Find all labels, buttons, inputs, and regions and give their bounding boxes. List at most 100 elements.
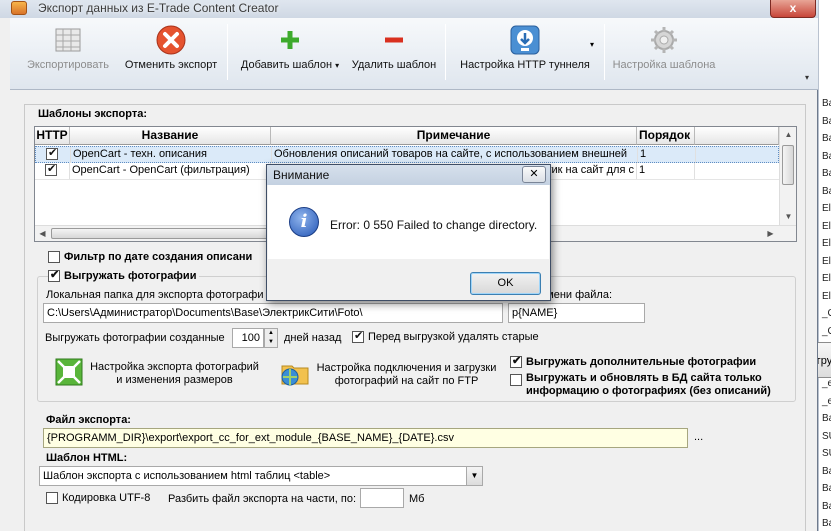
background-list-fragment: _G xyxy=(822,308,831,319)
scroll-thumb[interactable] xyxy=(782,145,794,185)
background-window-edge: BaBaBaBaBaBaElElElElElEl_G_GElEl_e_eBaSU… xyxy=(818,0,831,531)
extra-photos-checkbox[interactable] xyxy=(510,354,522,368)
table-grid-icon xyxy=(52,24,84,56)
add-template-button[interactable]: Добавить шаблон ▾ xyxy=(234,22,346,84)
local-folder-label: Локальная папка для экспорта фотографи xyxy=(46,289,264,301)
export-button[interactable]: Экспортировать xyxy=(16,22,120,84)
delete-template-button[interactable]: Удалить шаблон xyxy=(348,22,440,84)
http-tunnel-dropdown-icon[interactable]: ▾ xyxy=(590,40,594,49)
toolbar-overflow-icon[interactable]: ▾ xyxy=(805,73,809,82)
col-header-order[interactable]: Порядок xyxy=(637,127,695,145)
export-file-input[interactable]: {PROGRAMM_DIR}\export\export_cc_for_ext_… xyxy=(43,428,688,448)
days-input[interactable]: 100 xyxy=(232,328,264,348)
ok-button[interactable]: OK xyxy=(470,272,541,295)
http-tunnel-settings-button[interactable]: Настройка HTTP туннеля xyxy=(450,22,600,84)
background-list-fragment: El xyxy=(822,290,831,302)
scroll-right-icon[interactable]: ▶ xyxy=(763,226,778,241)
background-list-fragment: Ba xyxy=(822,465,831,477)
export-photos-checkbox[interactable] xyxy=(48,268,60,282)
background-list-fragment: Ba xyxy=(822,150,831,162)
date-filter-checkbox-row[interactable]: Фильтр по дате создания описани xyxy=(48,251,252,263)
html-template-select[interactable]: Шаблон экспорта с использованием html та… xyxy=(39,466,483,486)
ftp-folder-globe-icon xyxy=(280,358,310,392)
title-bar: Экспорт данных из E-Trade Content Creato… xyxy=(0,0,818,18)
split-size-input[interactable] xyxy=(360,488,404,508)
delete-old-checkbox[interactable] xyxy=(352,329,364,343)
grid-vertical-scrollbar[interactable]: ▲ ▼ xyxy=(779,127,796,225)
toolbar-separator xyxy=(227,24,228,80)
background-list-fragment: El xyxy=(822,255,831,267)
split-label: Разбить файл экспорта на части, по: xyxy=(168,493,357,505)
background-list-fragment: Ba xyxy=(822,133,831,144)
row-http-checkbox[interactable] xyxy=(45,163,57,177)
utf8-checkbox[interactable] xyxy=(46,492,58,504)
update-db-checkbox[interactable] xyxy=(510,374,522,386)
background-list-fragment: Ba xyxy=(822,98,831,109)
export-photos-checkbox-row[interactable]: Выгружать фотографии xyxy=(48,268,200,282)
delete-old-checkbox-row[interactable]: Перед выгрузкой удалять старые xyxy=(352,329,539,343)
info-icon: i xyxy=(289,207,319,237)
background-list-fragment: Ba xyxy=(822,518,831,529)
resize-settings-button[interactable]: Настройка экспорта фотографий и изменени… xyxy=(55,358,265,390)
scroll-left-icon[interactable]: ◀ xyxy=(35,226,50,241)
table-row[interactable]: OpenCart - техн. описания Обновления опи… xyxy=(35,146,779,163)
dialog-close-button[interactable]: ✕ xyxy=(522,166,546,183)
browse-button[interactable]: ... xyxy=(694,431,703,443)
resize-arrows-icon xyxy=(55,358,83,390)
background-list-fragment: El xyxy=(822,203,831,214)
col-header-name[interactable]: Название xyxy=(70,127,271,145)
row-order: 1 xyxy=(638,147,696,163)
toolbar-separator xyxy=(445,24,446,80)
row-note: Обновления описаний товаров на сайте, с … xyxy=(272,147,638,163)
background-list-fragment: _G xyxy=(822,325,831,337)
col-header-http[interactable]: HTTP xyxy=(35,127,70,145)
days-spinner[interactable]: ▲ ▼ xyxy=(264,328,278,348)
cancel-export-button[interactable]: Отменить экспорт xyxy=(120,22,222,84)
scroll-thumb[interactable] xyxy=(51,228,281,239)
background-list-fragment: _e xyxy=(822,395,831,407)
row-order: 1 xyxy=(637,163,695,179)
scroll-up-icon[interactable]: ▲ xyxy=(781,127,796,142)
row-name: OpenCart - техн. описания xyxy=(71,147,272,163)
template-settings-button[interactable]: Настройка шаблона xyxy=(608,22,720,84)
window-close-button[interactable]: x xyxy=(770,0,816,18)
alert-dialog: Внимание ✕ i Error: 0 550 Failed to chan… xyxy=(266,164,551,301)
update-db-checkbox-row[interactable]: Выгружать и обновлять в БД сайта только … xyxy=(510,372,788,398)
scroll-down-icon[interactable]: ▼ xyxy=(781,209,796,224)
background-list-fragment: Ba xyxy=(822,185,831,197)
toolbar-separator xyxy=(604,24,605,80)
local-folder-input[interactable]: C:\Users\Администратор\Documents\Base\Эл… xyxy=(43,303,503,323)
dropdown-arrow-icon: ▾ xyxy=(335,61,340,70)
col-header-empty xyxy=(695,127,779,145)
file-name-input[interactable]: p{NAME} xyxy=(508,303,645,323)
extra-photos-checkbox-row[interactable]: Выгружать дополнительные фотографии xyxy=(510,354,756,368)
window-title: Экспорт данных из E-Trade Content Creato… xyxy=(38,1,279,15)
days-suffix: дней назад xyxy=(284,332,342,344)
row-name: OpenCart - OpenCart (фильтрация) xyxy=(70,163,271,179)
export-file-label: Файл экспорта: xyxy=(46,414,131,426)
gear-icon xyxy=(648,24,680,56)
background-list-fragment: Ba xyxy=(822,500,831,512)
background-list-fragment: SU xyxy=(822,448,831,459)
html-template-label: Шаблон HTML: xyxy=(46,452,128,464)
row-http-checkbox[interactable] xyxy=(46,147,58,161)
split-unit: Мб xyxy=(409,493,425,505)
utf8-checkbox-row[interactable]: Кодировка UTF-8 xyxy=(46,492,150,504)
created-days-prefix: Выгружать фотографии созданные xyxy=(45,332,225,344)
dialog-title: Внимание xyxy=(267,165,550,185)
dialog-body: i Error: 0 550 Failed to change director… xyxy=(268,185,549,259)
plus-icon xyxy=(274,24,306,56)
minus-icon xyxy=(378,24,410,56)
chevron-down-icon[interactable]: ▼ xyxy=(466,467,482,485)
background-list-fragment: El xyxy=(822,273,831,284)
background-list-fragment: Ba xyxy=(822,115,831,127)
network-shield-icon xyxy=(509,24,541,56)
toolbar: Экспортировать Отменить экспорт Добавить… xyxy=(10,18,818,90)
date-filter-checkbox[interactable] xyxy=(48,251,60,263)
background-list-fragment: Ba xyxy=(822,413,831,424)
ftp-settings-button[interactable]: Настройка подключения и загрузки фотогра… xyxy=(280,358,502,392)
background-list-fragment: El xyxy=(822,220,831,232)
background-list-fragment: El xyxy=(822,238,831,249)
col-header-note[interactable]: Примечание xyxy=(271,127,637,145)
background-list-fragment: SU xyxy=(822,430,831,442)
